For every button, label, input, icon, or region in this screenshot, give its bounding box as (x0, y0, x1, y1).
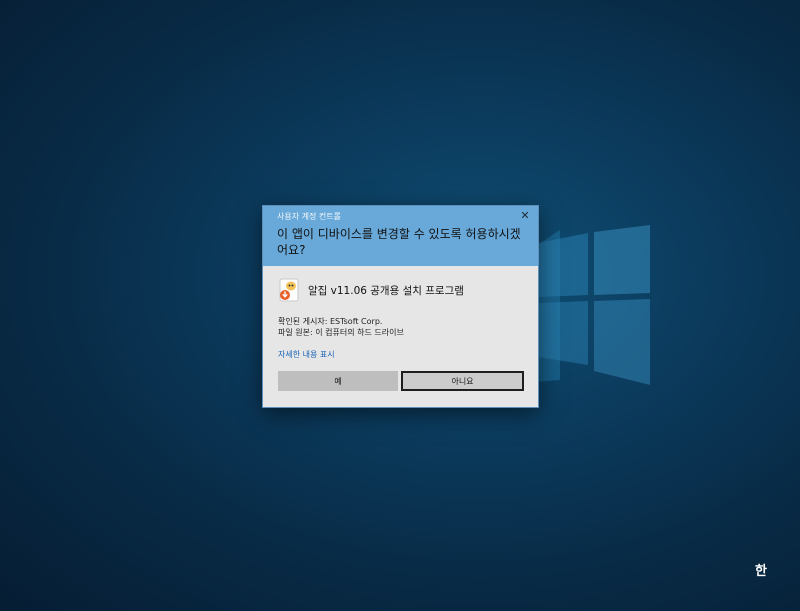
windows-logo-icon (538, 225, 650, 385)
uac-dialog: 사용자 계정 컨트롤 ✕ 이 앱이 디바이스를 변경할 수 있도록 허용하시겠어… (263, 206, 538, 407)
dialog-caption: 사용자 계정 컨트롤 (277, 212, 341, 221)
close-icon[interactable]: ✕ (518, 209, 532, 223)
show-details-link[interactable]: 자세한 내용 표시 (278, 349, 335, 360)
dialog-question: 이 앱이 디바이스를 변경할 수 있도록 허용하시겠어요? (277, 227, 521, 257)
dialog-body: 알집 v11.06 공개용 설치 프로그램 확인된 게시자: ESTsoft C… (263, 266, 538, 407)
ime-indicator[interactable]: 한 (752, 563, 770, 581)
app-name: 알집 v11.06 공개용 설치 프로그램 (308, 284, 464, 297)
yes-button[interactable]: 예 (278, 371, 398, 391)
dialog-header: 사용자 계정 컨트롤 ✕ 이 앱이 디바이스를 변경할 수 있도록 허용하시겠어… (263, 206, 538, 266)
file-origin-info: 파일 원본: 이 컴퓨터의 하드 드라이브 (278, 328, 404, 337)
app-row: 알집 v11.06 공개용 설치 프로그램 (278, 278, 464, 302)
desktop: 사용자 계정 컨트롤 ✕ 이 앱이 디바이스를 변경할 수 있도록 허용하시겠어… (0, 0, 800, 611)
publisher-info: 확인된 게시자: ESTsoft Corp. (278, 317, 383, 326)
alzip-installer-icon (279, 278, 299, 302)
no-button[interactable]: 아니요 (401, 371, 524, 391)
